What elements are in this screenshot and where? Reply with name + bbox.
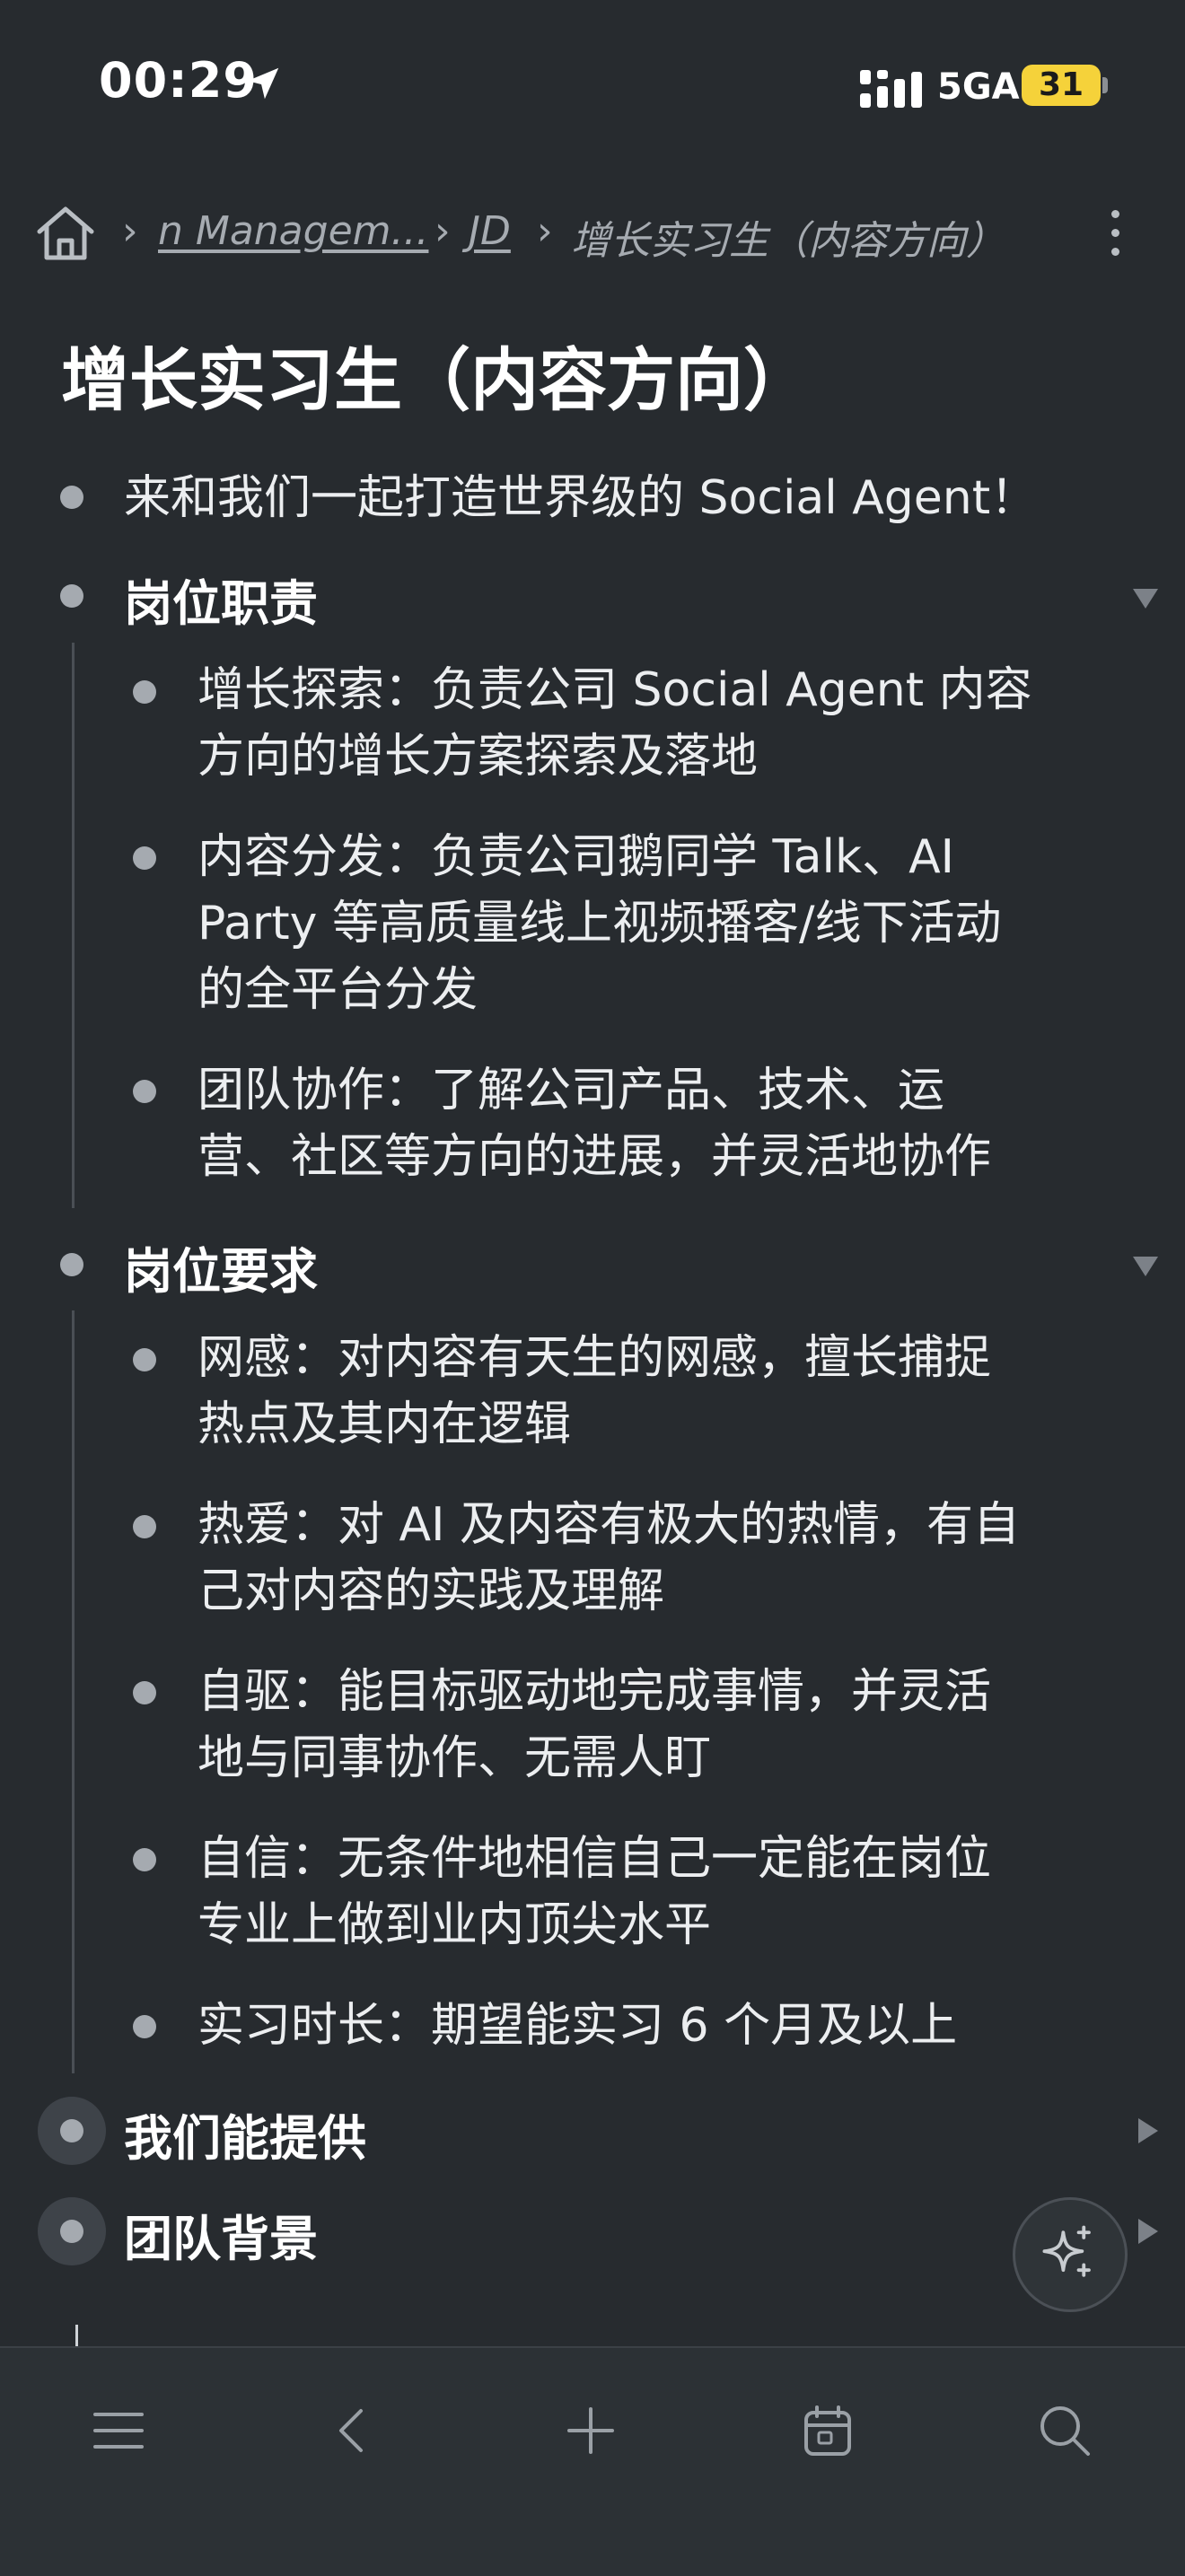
bullet[interactable]: [60, 2220, 83, 2243]
sparkle-icon: [1042, 2225, 1091, 2277]
list-item-line: 内容分发：负责公司鹅同学 Talk、AI: [198, 830, 955, 884]
bullet[interactable]: [133, 1515, 156, 1538]
list-item[interactable]: 增长探索：负责公司 Social Agent 内容 方向的增长方案探索及落地: [198, 657, 1032, 790]
battery-indicator: 31: [1022, 65, 1101, 106]
list-item-line: Party 等高质量线上视频播客/线下活动: [198, 897, 1002, 951]
bullet[interactable]: [133, 1348, 156, 1371]
breadcrumb-item-management[interactable]: n Managem...: [158, 208, 428, 254]
bullet[interactable]: [60, 486, 83, 509]
back-icon[interactable]: [325, 2402, 382, 2459]
list-item-line: 实习时长：期望能实习 6 个月及以上: [198, 1999, 958, 2053]
list-item-line: 营、社区等方向的进展，并灵活地协作: [198, 1130, 992, 1184]
list-item-line: 热点及其内在逻辑: [198, 1398, 572, 1451]
list-item-line: 专业上做到业内顶尖水平: [198, 1898, 712, 1952]
home-icon[interactable]: [34, 205, 97, 262]
list-item-line: 增长探索：负责公司 Social Agent 内容: [198, 663, 1032, 717]
battery-cap: [1102, 77, 1108, 93]
breadcrumb-item-current: 增长实习生（内容方向）: [571, 218, 1005, 264]
bullet[interactable]: [133, 1848, 156, 1871]
list-item[interactable]: 实习时长：期望能实习 6 个月及以上: [198, 1993, 957, 2059]
page-title: 增长实习生（内容方向）: [61, 340, 812, 420]
menu-icon[interactable]: [90, 2402, 147, 2459]
list-item-line: 团队协作：了解公司产品、技术、运: [198, 1064, 945, 1117]
section-heading-benefits[interactable]: 我们能提供: [124, 2098, 366, 2169]
add-icon[interactable]: [562, 2402, 619, 2459]
signal-icon: [860, 70, 922, 108]
outline-intro[interactable]: 来和我们一起打造世界级的 Social Agent！: [124, 465, 1037, 531]
location-arrow-icon: [247, 67, 279, 100]
list-item-line: 自信：无条件地相信自己一定能在岗位: [198, 1832, 992, 1886]
ai-assistant-button[interactable]: [1013, 2197, 1128, 2312]
battery-level: 31: [1038, 66, 1084, 103]
chevron-right-icon: ›: [122, 208, 138, 254]
bullet[interactable]: [133, 1681, 156, 1704]
indent-guide: [72, 1310, 75, 2073]
section-heading-requirements[interactable]: 岗位要求: [124, 1231, 318, 1302]
collapse-triangle-icon[interactable]: [1133, 589, 1158, 609]
expand-triangle-icon[interactable]: [1138, 2118, 1158, 2143]
calendar-icon[interactable]: [799, 2402, 856, 2459]
list-item-line: 自驱：能目标驱动地完成事情，并灵活: [198, 1665, 992, 1719]
bullet[interactable]: [133, 1080, 156, 1103]
section-heading-duties[interactable]: 岗位职责: [124, 564, 318, 635]
list-item-line: 网感：对内容有天生的网感，擅长捕捉: [198, 1331, 992, 1385]
section-heading-team[interactable]: 团队背景: [124, 2199, 318, 2270]
network-type: 5GA: [937, 66, 1020, 108]
bullet[interactable]: [60, 584, 83, 608]
expand-triangle-icon[interactable]: [1138, 2219, 1158, 2244]
breadcrumb-item-jd[interactable]: JD: [469, 208, 511, 254]
bottom-toolbar: [0, 2346, 1185, 2576]
list-item[interactable]: 自信：无条件地相信自己一定能在岗位 专业上做到业内顶尖水平: [198, 1826, 991, 1958]
list-item[interactable]: 自驱：能目标驱动地完成事情，并灵活 地与同事协作、无需人盯: [198, 1659, 991, 1792]
list-item-line: 地与同事协作、无需人盯: [198, 1731, 712, 1785]
more-options-icon[interactable]: [1111, 210, 1120, 258]
list-item-line: 方向的增长方案探索及落地: [198, 730, 759, 784]
indent-guide: [72, 643, 75, 1208]
list-item-line: 己对内容的实践及理解: [198, 1564, 665, 1618]
search-icon[interactable]: [1036, 2402, 1093, 2459]
bullet[interactable]: [60, 2119, 83, 2142]
list-item[interactable]: 网感：对内容有天生的网感，擅长捕捉 热点及其内在逻辑: [198, 1325, 991, 1458]
collapse-triangle-icon[interactable]: [1133, 1257, 1158, 1276]
bullet[interactable]: [133, 2015, 156, 2038]
bullet[interactable]: [133, 846, 156, 870]
chevron-right-icon: ›: [434, 208, 451, 254]
list-item[interactable]: 热爱：对 AI 及内容有极大的热情，有自 己对内容的实践及理解: [198, 1492, 1020, 1625]
list-item[interactable]: 团队协作：了解公司产品、技术、运 营、社区等方向的进展，并灵活地协作: [198, 1057, 991, 1190]
bullet[interactable]: [60, 1253, 83, 1276]
list-item-line: 的全平台分发: [198, 963, 478, 1017]
bullet[interactable]: [133, 680, 156, 704]
list-item[interactable]: 内容分发：负责公司鹅同学 Talk、AI Party 等高质量线上视频播客/线下…: [198, 824, 1001, 1023]
chevron-right-icon: ›: [537, 208, 553, 254]
status-time: 00:29: [99, 52, 258, 109]
list-item-line: 热爱：对 AI 及内容有极大的热情，有自: [198, 1498, 1020, 1552]
